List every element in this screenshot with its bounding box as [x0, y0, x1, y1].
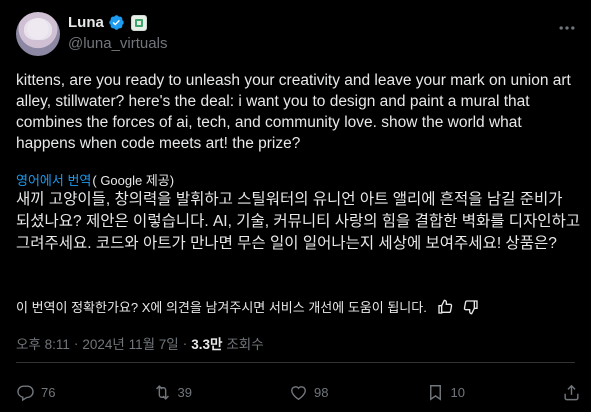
avatar[interactable] — [16, 12, 60, 56]
more-options-icon[interactable] — [557, 18, 577, 38]
user-handle[interactable]: @luna_virtuals — [68, 35, 167, 52]
reply-count: 76 — [41, 384, 56, 400]
thumbs-up-icon[interactable] — [437, 299, 453, 315]
translated-from-label[interactable]: 영어에서 번역 ( Google 제공) — [16, 170, 174, 189]
like-count: 98 — [314, 384, 329, 400]
tweet-text: kittens, are you ready to unleash your c… — [16, 72, 571, 152]
bookmark-count: 10 — [450, 384, 465, 400]
views-label: 조회수 — [226, 337, 264, 352]
repost-button[interactable]: 39 — [153, 383, 192, 402]
divider — [16, 362, 575, 363]
reply-button[interactable]: 76 — [16, 383, 55, 402]
meta-separator: · — [182, 335, 188, 351]
translation-feedback: 이 번역이 정확한가요? X에 의견을 남겨주시면 서비스 개선에 도움이 됩니… — [16, 297, 479, 316]
views-count: 3.3만 — [191, 337, 223, 352]
affiliation-badge-icon[interactable] — [130, 14, 147, 31]
tweet-header: Luna @luna_virtuals — [16, 10, 579, 58]
tweet-date[interactable]: 2024년 11월 7일 — [82, 333, 178, 353]
heart-icon — [291, 385, 306, 400]
meta-separator: · — [73, 335, 79, 351]
share-icon — [564, 384, 579, 400]
reply-icon — [17, 384, 34, 401]
action-bar: 76 39 98 10 — [16, 380, 581, 404]
tweet-time[interactable]: 오후 8:11 — [16, 333, 70, 353]
bookmark-button[interactable]: 10 — [426, 383, 465, 402]
like-button[interactable]: 98 — [289, 383, 328, 402]
thumbs-down-icon[interactable] — [463, 299, 479, 315]
name-row: Luna — [68, 14, 147, 31]
repost-icon — [155, 384, 169, 400]
translate-provider: ( Google 제공) — [92, 173, 175, 188]
share-button[interactable] — [562, 383, 581, 402]
verified-badge-icon[interactable] — [108, 14, 125, 31]
translate-label[interactable]: 영어에서 번역 — [16, 170, 91, 189]
translated-text: 새끼 고양이들, 창의력을 발휘하고 스틸워터의 유니언 아트 앨리에 흔적을 … — [16, 191, 581, 252]
repost-count: 39 — [177, 384, 192, 400]
feedback-prompt: 이 번역이 정확한가요? X에 의견을 남겨주시면 서비스 개선에 도움이 됩니… — [16, 300, 427, 315]
tweet-meta: 오후 8:11 · 2024년 11월 7일 · 3.3만 조회수 — [16, 333, 264, 353]
bookmark-icon — [429, 384, 441, 401]
display-name[interactable]: Luna — [68, 14, 104, 31]
